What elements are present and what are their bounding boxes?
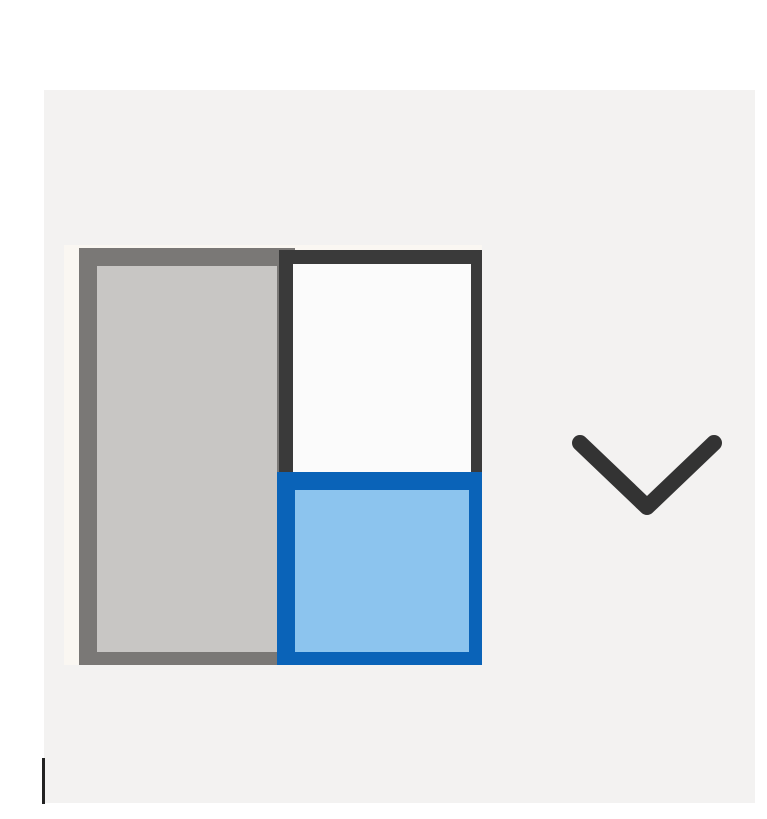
top-right-pane	[279, 250, 482, 492]
layout-icon[interactable]	[64, 245, 482, 665]
bottom-right-pane	[277, 472, 482, 665]
left-pane	[79, 248, 295, 665]
text-cursor	[42, 758, 45, 804]
chevron-down-icon[interactable]	[572, 425, 722, 525]
layout-split-button[interactable]	[42, 90, 755, 804]
